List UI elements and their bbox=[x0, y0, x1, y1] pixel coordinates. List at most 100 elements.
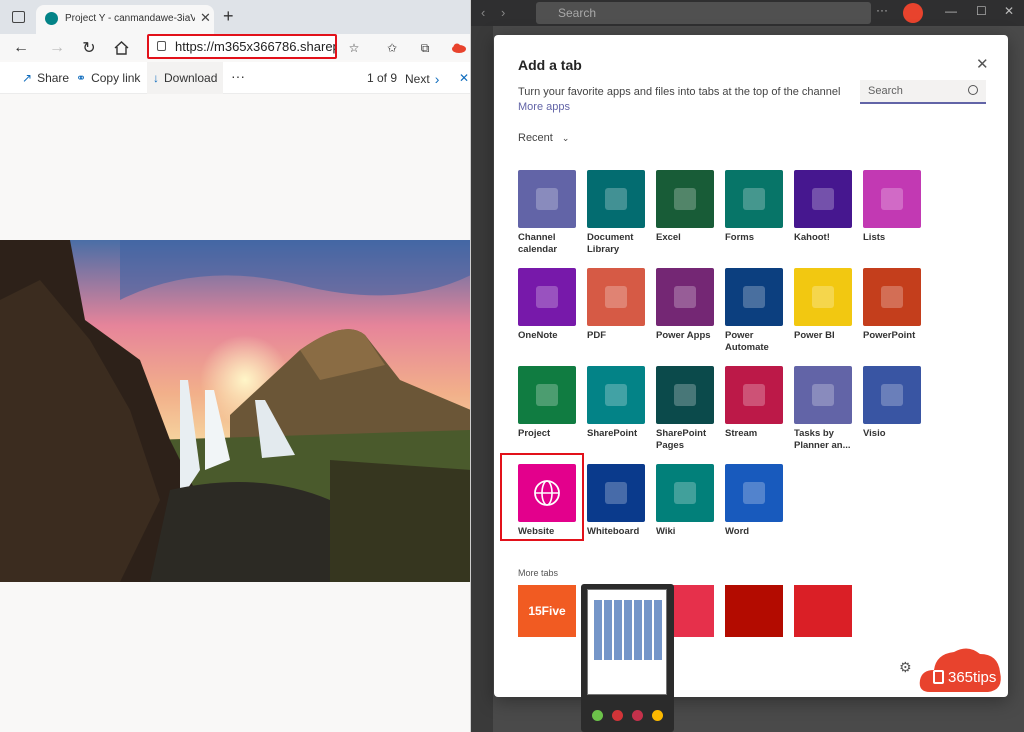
app-tile-pdf[interactable]: PDF bbox=[587, 268, 647, 342]
app-tile-power-apps[interactable]: Power Apps bbox=[656, 268, 716, 342]
app-tile-label: SharePoint bbox=[587, 428, 638, 439]
tab-actions-icon[interactable] bbox=[12, 11, 25, 23]
more-options-button[interactable]: ··· bbox=[231, 68, 245, 84]
app-tile-power-automate[interactable]: Power Automate bbox=[725, 268, 785, 354]
app-tile-label: OneNote bbox=[518, 330, 558, 341]
app-tile-label: Wiki bbox=[656, 526, 676, 537]
new-tab-icon[interactable]: + bbox=[223, 6, 234, 27]
collections-icon[interactable]: ⧉ bbox=[414, 37, 436, 59]
maximize-icon[interactable]: ☐ bbox=[976, 4, 987, 18]
app-tile-onenote[interactable]: OneNote bbox=[518, 268, 578, 342]
more-tab-15five[interactable]: 15Five bbox=[518, 585, 576, 637]
power-bi-icon bbox=[794, 268, 852, 326]
more-tab-adobe-acrobat[interactable] bbox=[725, 585, 783, 637]
page-count: 1 of 9 bbox=[367, 71, 398, 85]
app-tile-word[interactable]: Word bbox=[725, 464, 785, 538]
forward-icon[interactable]: › bbox=[501, 5, 505, 20]
onenote-icon bbox=[518, 268, 576, 326]
close-icon[interactable]: ✕ bbox=[976, 55, 989, 73]
app-tile-document-library[interactable]: Document Library bbox=[587, 170, 647, 256]
power-automate-icon bbox=[725, 268, 783, 326]
more-tab-creative-cloud[interactable] bbox=[794, 585, 852, 637]
app-tile-label: SharePoint Pages bbox=[656, 428, 707, 451]
app-tile-forms[interactable]: Forms bbox=[725, 170, 785, 244]
settings-icon[interactable]: ⚙ bbox=[899, 659, 912, 676]
watermark-text: 365tips bbox=[948, 669, 997, 686]
search-icon bbox=[968, 85, 978, 95]
minimize-icon[interactable]: — bbox=[945, 4, 957, 18]
close-window-icon[interactable]: ✕ bbox=[1004, 4, 1014, 18]
teams-search-input[interactable]: Search bbox=[536, 2, 871, 24]
app-tile-label: Lists bbox=[863, 232, 886, 243]
search-input[interactable]: Search bbox=[860, 80, 986, 104]
more-options-icon[interactable]: ··· bbox=[876, 3, 888, 17]
app-tile-stream[interactable]: Stream bbox=[725, 366, 785, 440]
app-tile-label: Kahoot! bbox=[794, 232, 830, 243]
dialog-description: Turn your favorite apps and files into t… bbox=[518, 86, 841, 98]
close-icon[interactable]: ✕ bbox=[200, 10, 211, 26]
whiteboard-icon bbox=[587, 464, 645, 522]
office-logo-icon bbox=[933, 670, 944, 684]
kahoot-icon bbox=[794, 170, 852, 228]
command-bar: ↗ Share ⚭ Copy link ↓ Download ··· 1 of … bbox=[0, 62, 470, 94]
back-icon[interactable]: ← bbox=[10, 37, 32, 59]
address-bar[interactable]: https://m365x366786.sharep... bbox=[147, 34, 337, 59]
app-tile-tasks-by-planner-an[interactable]: Tasks by Planner an... bbox=[794, 366, 854, 452]
stream-icon bbox=[725, 366, 783, 424]
browser-window: Project Y - canmandawe-3iaV4w ✕ + ← → ↻ … bbox=[0, 0, 471, 732]
app-tile-label: Forms bbox=[725, 232, 755, 243]
close-viewer-icon[interactable]: ✕ bbox=[459, 71, 469, 85]
share-label: Share bbox=[37, 71, 70, 85]
app-tile-visio[interactable]: Visio bbox=[863, 366, 923, 440]
power-apps-icon bbox=[656, 268, 714, 326]
app-tile-label: Excel bbox=[656, 232, 681, 243]
chevron-right-icon: › bbox=[434, 71, 440, 87]
app-tile-excel[interactable]: Excel bbox=[656, 170, 716, 244]
app-tile-kahoot[interactable]: Kahoot! bbox=[794, 170, 854, 244]
app-tile-project[interactable]: Project bbox=[518, 366, 578, 440]
download-button[interactable]: ↓ Download bbox=[147, 62, 224, 94]
tab-strip: Project Y - canmandawe-3iaV4w ✕ + bbox=[0, 0, 470, 34]
project-icon bbox=[518, 366, 576, 424]
lists-icon bbox=[863, 170, 921, 228]
share-button[interactable]: ↗ Share bbox=[22, 71, 69, 85]
recent-filter-dropdown[interactable]: Recent ⌄ bbox=[518, 132, 569, 144]
browser-tab[interactable]: Project Y - canmandawe-3iaV4w ✕ bbox=[36, 5, 214, 34]
favorites-icon[interactable]: ✩ bbox=[381, 37, 403, 59]
add-favorite-icon[interactable]: ☆ bbox=[343, 37, 365, 59]
link-icon: ⚭ bbox=[76, 71, 87, 85]
copy-link-label: Copy link bbox=[91, 71, 141, 85]
app-tile-wiki[interactable]: Wiki bbox=[656, 464, 716, 538]
app-tile-label: Word bbox=[725, 526, 750, 537]
recent-label: Recent bbox=[518, 132, 553, 144]
document-library-icon bbox=[587, 170, 645, 228]
avatar[interactable] bbox=[903, 3, 923, 23]
back-icon[interactable]: ‹ bbox=[481, 5, 485, 20]
word-icon bbox=[725, 464, 783, 522]
wiki-icon bbox=[656, 464, 714, 522]
taskbar-preview-thumbnail[interactable] bbox=[581, 584, 674, 732]
calendar-icon bbox=[518, 170, 576, 228]
app-tile-power-bi[interactable]: Power BI bbox=[794, 268, 854, 342]
app-tile-whiteboard[interactable]: Whiteboard bbox=[587, 464, 647, 538]
green-status-icon bbox=[592, 710, 603, 721]
app-tile-channel-calendar[interactable]: Channel calendar bbox=[518, 170, 578, 256]
refresh-icon[interactable]: ↻ bbox=[78, 37, 100, 59]
tasks-icon bbox=[794, 366, 852, 424]
app-tile-sharepoint-pages[interactable]: SharePoint Pages bbox=[656, 366, 716, 452]
app-tile-lists[interactable]: Lists bbox=[863, 170, 923, 244]
next-button[interactable]: Next › bbox=[405, 71, 439, 87]
home-icon[interactable] bbox=[110, 37, 132, 59]
app-tile-label: PDF bbox=[587, 330, 606, 341]
url-text: https://m365x366786.sharep... bbox=[175, 39, 337, 54]
copy-link-button[interactable]: ⚭ Copy link bbox=[76, 71, 140, 85]
forward-icon[interactable]: → bbox=[46, 37, 68, 59]
app-tile-label: Tasks by Planner an... bbox=[794, 428, 851, 451]
onedrive-icon[interactable] bbox=[448, 37, 470, 59]
app-tile-label: Project bbox=[518, 428, 551, 439]
more-apps-link[interactable]: More apps bbox=[518, 101, 570, 113]
search-placeholder: Search bbox=[868, 85, 903, 97]
app-tile-sharepoint[interactable]: SharePoint bbox=[587, 366, 647, 440]
app-tile-powerpoint[interactable]: PowerPoint bbox=[863, 268, 923, 342]
app-tile-label: Whiteboard bbox=[587, 526, 640, 537]
